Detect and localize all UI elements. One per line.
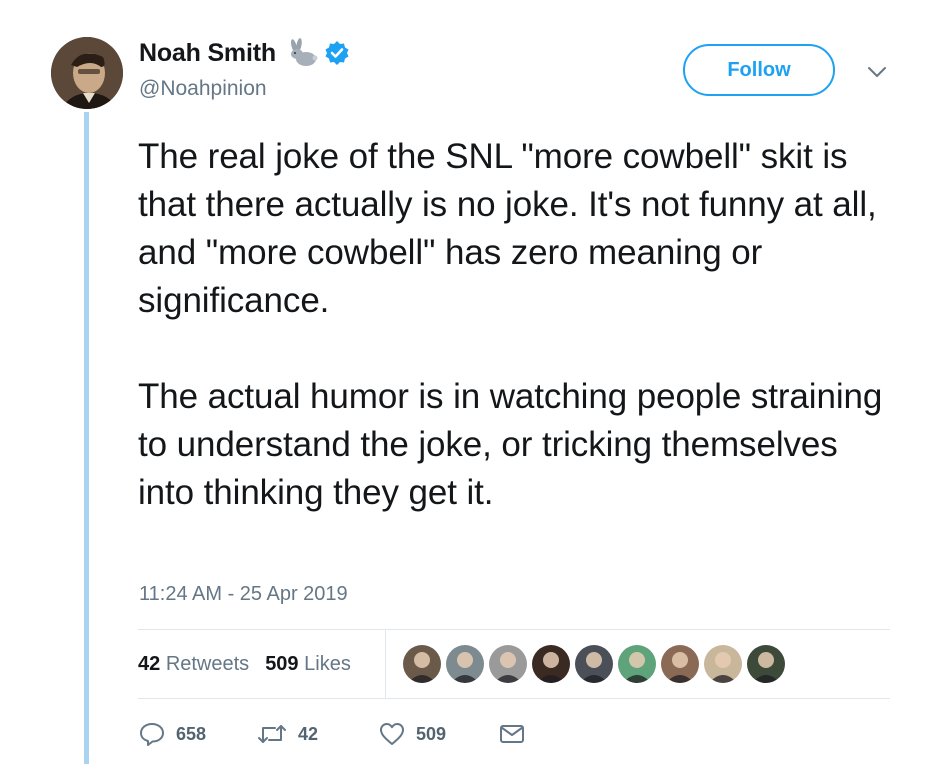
- author-handle[interactable]: @Noahpinion: [139, 77, 267, 101]
- divider: [138, 698, 890, 699]
- thread-line: [84, 112, 89, 764]
- stats-separator: [385, 630, 386, 698]
- author-name[interactable]: Noah Smith: [139, 39, 276, 68]
- liker-avatar[interactable]: [575, 645, 613, 683]
- liker-avatar[interactable]: [747, 645, 785, 683]
- like-button[interactable]: 509: [378, 721, 498, 747]
- likes-stat[interactable]: 509 Likes: [265, 653, 351, 676]
- liker-avatar[interactable]: [446, 645, 484, 683]
- verified-badge-icon: [324, 40, 350, 66]
- tweet-timestamp[interactable]: 11:24 AM - 25 Apr 2019: [139, 583, 348, 606]
- liker-avatar[interactable]: [489, 645, 527, 683]
- engagement-stats: 42 Retweets 509 Likes: [138, 630, 367, 698]
- retweet-count: 42: [298, 723, 319, 744]
- follow-button[interactable]: Follow: [683, 44, 835, 96]
- retweets-stat[interactable]: 42 Retweets: [138, 653, 249, 676]
- reply-icon: [138, 721, 166, 747]
- liker-avatar[interactable]: [403, 645, 441, 683]
- liker-avatar[interactable]: [704, 645, 742, 683]
- retweets-count: 42: [138, 652, 161, 675]
- heart-icon: [378, 721, 406, 747]
- liker-avatars: [403, 645, 790, 683]
- rabbit-icon: [284, 38, 318, 68]
- tweet-paragraph: The real joke of the SNL "more cowbell" …: [138, 137, 877, 320]
- chevron-down-icon[interactable]: [865, 62, 889, 82]
- author-avatar[interactable]: [51, 37, 123, 109]
- retweet-button[interactable]: 42: [256, 722, 378, 746]
- like-count: 509: [416, 723, 447, 744]
- reply-count: 658: [176, 723, 207, 744]
- liker-avatar[interactable]: [661, 645, 699, 683]
- envelope-icon: [498, 722, 526, 746]
- direct-message-button[interactable]: [498, 722, 526, 746]
- reply-button[interactable]: 658: [138, 721, 256, 747]
- tweet-text: The real joke of the SNL "more cowbell" …: [138, 133, 898, 517]
- likes-label: Likes: [304, 652, 351, 675]
- action-bar: 658 42 509: [138, 716, 526, 752]
- liker-avatar[interactable]: [532, 645, 570, 683]
- liker-avatar[interactable]: [618, 645, 656, 683]
- likes-count: 509: [265, 652, 299, 675]
- tweet-paragraph: The actual humor is in watching people s…: [138, 377, 883, 512]
- retweet-icon: [256, 722, 288, 746]
- retweets-label: Retweets: [165, 652, 250, 675]
